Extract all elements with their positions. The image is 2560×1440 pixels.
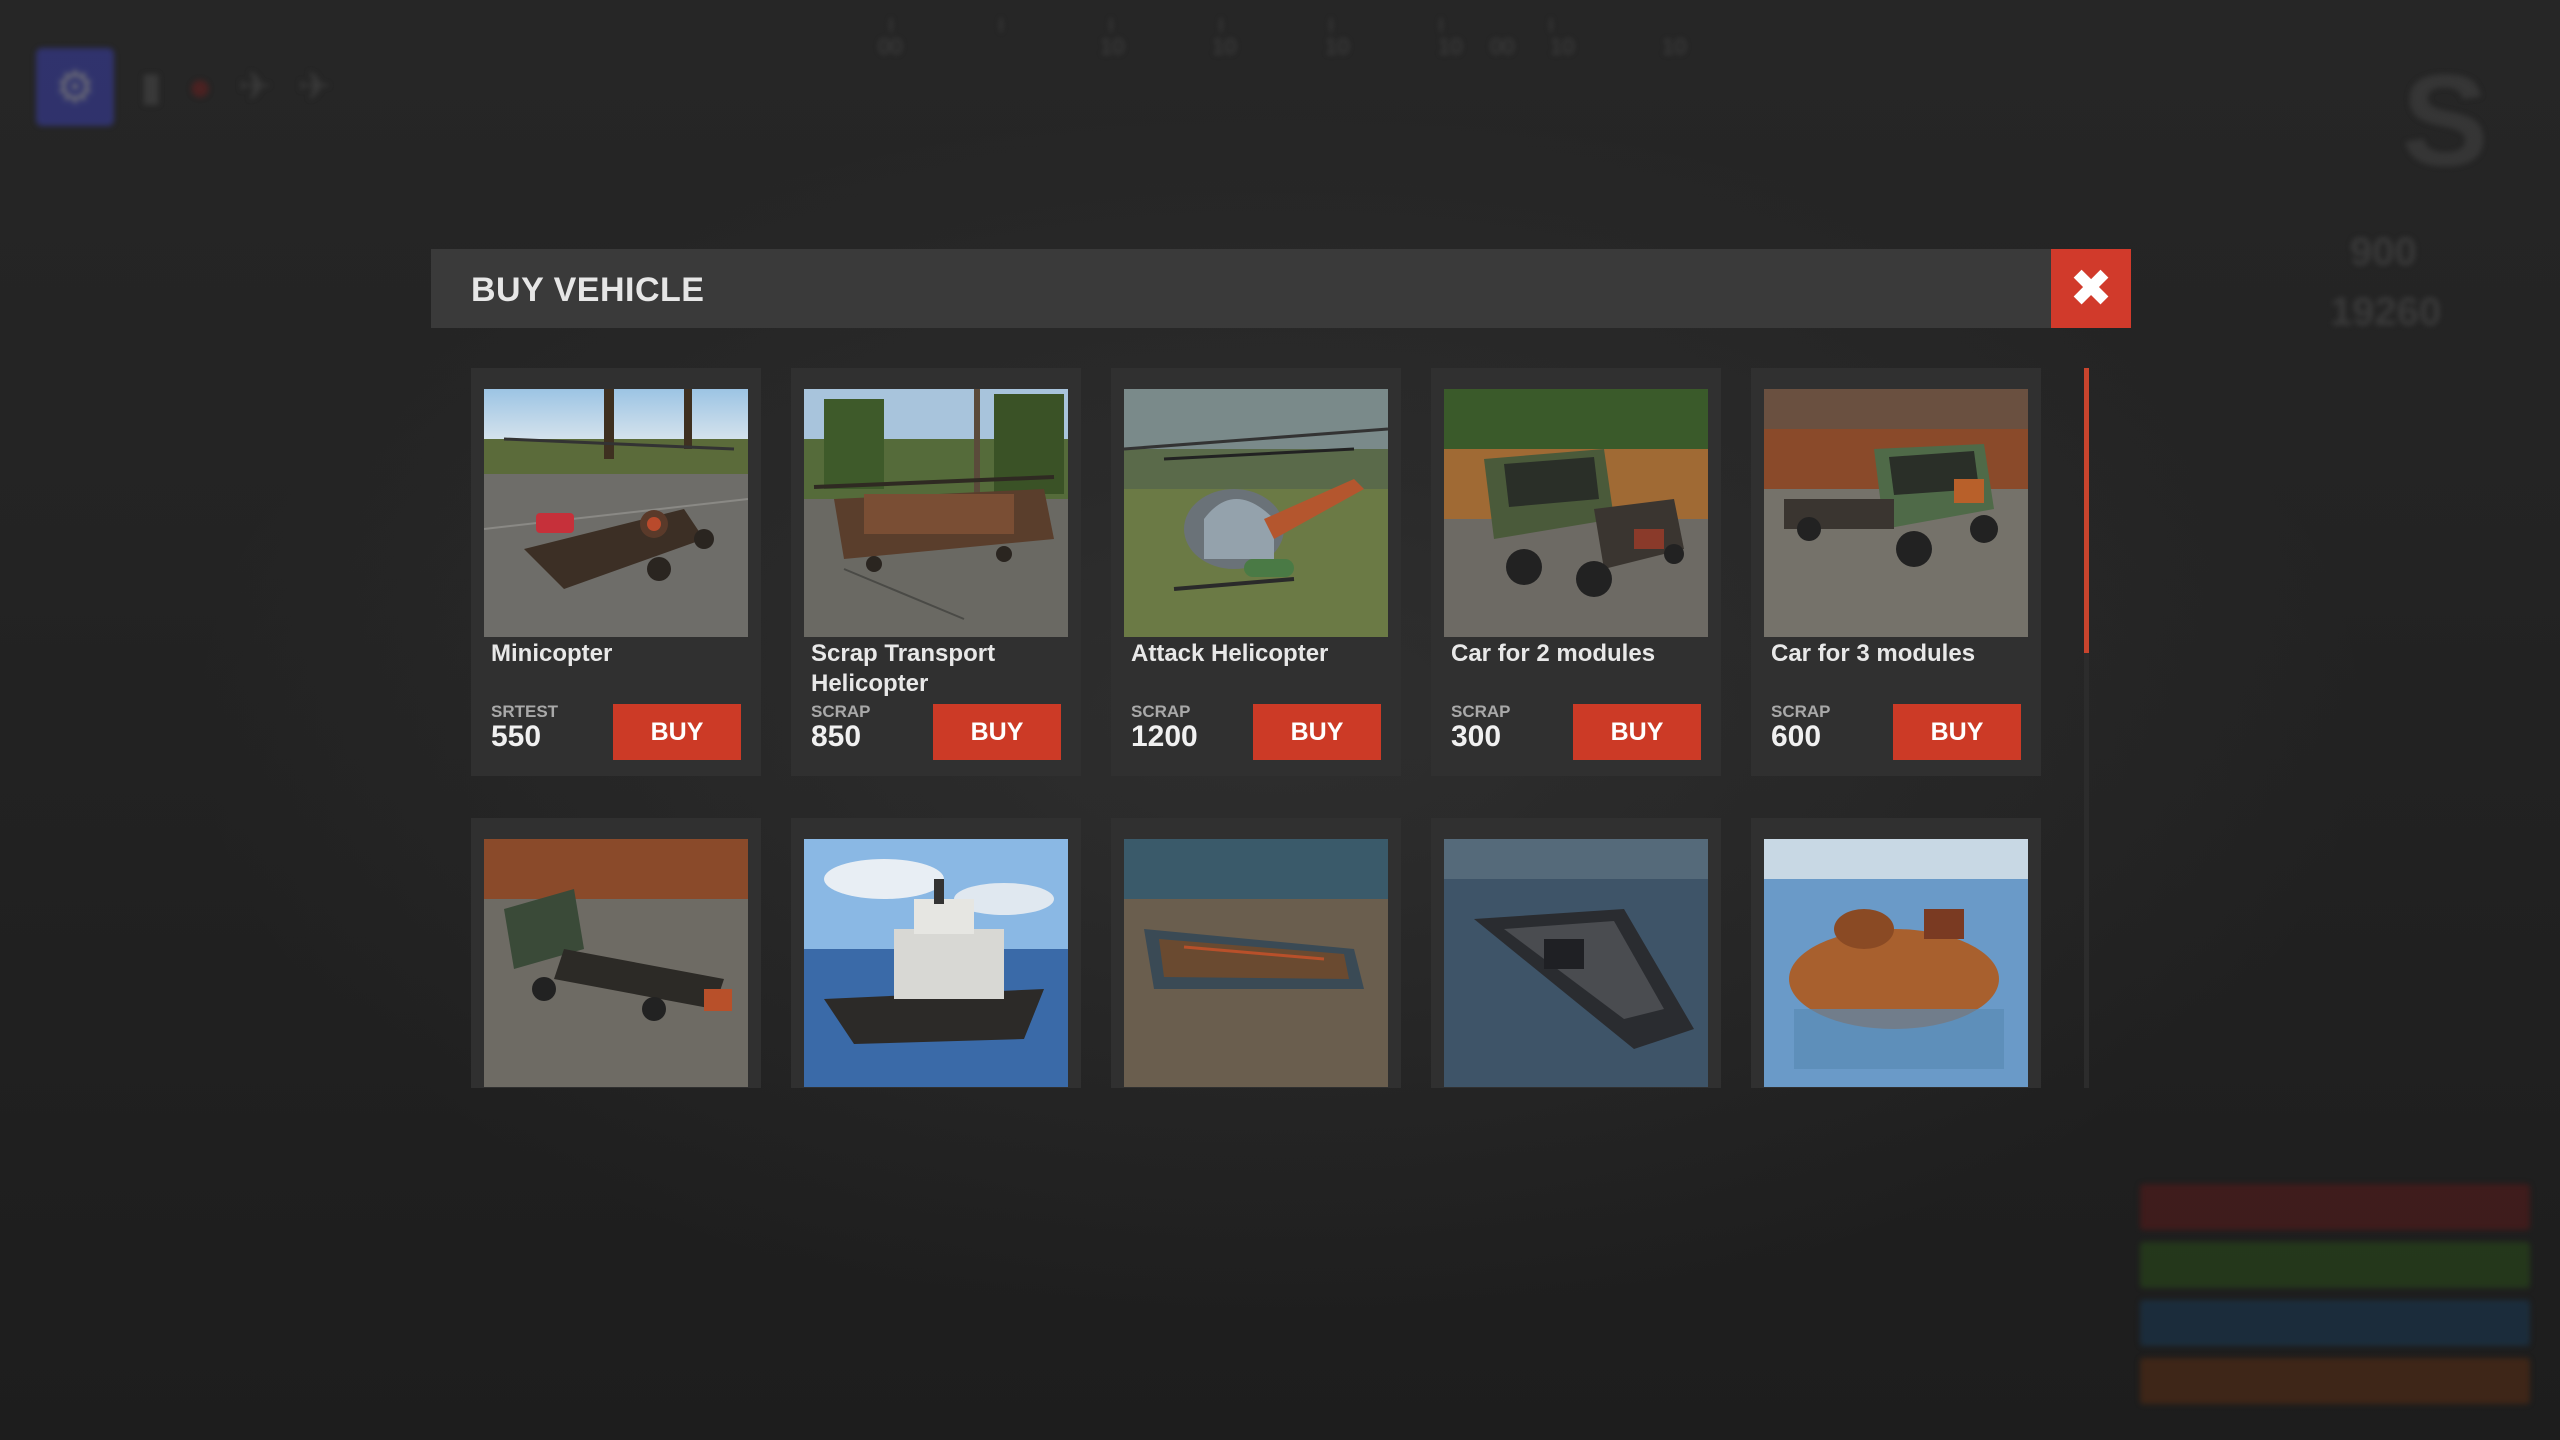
compass-label: 00	[878, 34, 903, 59]
vehicle-grid: Minicopter SRTEST 550 BUY Scrap Transpor…	[471, 368, 2101, 1088]
hud-toolbar: ⚙ ▮ ● ✈ ✈	[36, 48, 331, 126]
vehicle-name: Car for 2 modules	[1451, 640, 1656, 667]
vehicle-card-minicopter: Minicopter SRTEST 550 BUY	[471, 368, 761, 776]
vehicle-currency: SRTEST	[491, 702, 559, 721]
food-bar	[2140, 1242, 2530, 1288]
vehicle-card-rhib	[1431, 818, 1721, 1088]
gear-icon: ⚙	[36, 48, 114, 126]
stamina-bar	[2140, 1358, 2530, 1404]
vehicle-card-scrap-transport-helicopter: Scrap Transport Helicopter SCRAP 850 BUY	[791, 368, 1081, 776]
hud-stats: 900 19260	[2190, 50, 2520, 650]
buy-button[interactable]: BUY	[1573, 704, 1701, 760]
modal-title: BUY VEHICLE	[471, 271, 705, 309]
buy-button[interactable]: BUY	[1893, 704, 2021, 760]
vehicle-image-scrap-transport-helicopter	[804, 389, 1068, 637]
compass-tick	[890, 18, 892, 32]
bolt-icon: ▮	[140, 65, 163, 109]
vehicle-card-attack-helicopter: Attack Helicopter SCRAP 1200 BUY	[1111, 368, 1401, 776]
record-icon: ●	[188, 64, 213, 109]
compass-strip: 00 10 10 10 10 00 10 10	[830, 10, 1730, 60]
scrollbar-thumb[interactable]	[2084, 368, 2089, 653]
compass-label: 10	[1438, 34, 1463, 59]
stat-value: 19260	[2330, 290, 2442, 334]
vehicle-card-car-2-modules: Car for 2 modules SCRAP 300 BUY	[1431, 368, 1721, 776]
close-x-icon: ✖	[2069, 258, 2113, 319]
vehicle-name: Car for 3 modules	[1771, 640, 1976, 667]
compass-tick	[1440, 18, 1442, 32]
status-bars	[2140, 1184, 2530, 1416]
vehicle-card-tugboat	[791, 818, 1081, 1088]
compass-label: 10	[1550, 34, 1575, 59]
modal-header: BUY VEHICLE	[431, 249, 2131, 328]
vehicle-card-car-chassis	[471, 818, 761, 1088]
vehicle-card-submarine	[1751, 818, 2041, 1088]
stat-value: 900	[2350, 230, 2417, 274]
vehicle-image-tugboat	[804, 839, 1068, 1087]
compass-tick	[1110, 18, 1112, 32]
compass-tick	[1000, 18, 1002, 32]
compass-tick	[1220, 18, 1222, 32]
plane-icon: ✈	[238, 65, 272, 109]
vehicle-price: 550	[491, 720, 542, 753]
buy-button[interactable]: BUY	[613, 704, 741, 760]
compass-tick	[1330, 18, 1332, 32]
compass-label: 10	[1212, 34, 1237, 59]
vehicle-card-car-3-modules: Car for 3 modules SCRAP 600 BUY	[1751, 368, 2041, 776]
vehicle-image-minicopter	[484, 389, 748, 637]
water-bar	[2140, 1300, 2530, 1346]
compass-label: 00	[1490, 34, 1515, 59]
vehicle-image-car-3-modules	[1764, 389, 2028, 637]
health-bar	[2140, 1184, 2530, 1230]
compass-label: 10	[1662, 34, 1687, 59]
buy-button[interactable]: BUY	[933, 704, 1061, 760]
vehicle-price: 300	[1451, 720, 1502, 753]
close-button[interactable]: ✖	[2051, 249, 2131, 328]
vehicle-price: 600	[1771, 720, 1822, 753]
compass-label: 10	[1100, 34, 1125, 59]
compass-label: 10	[1325, 34, 1350, 59]
vehicle-image-attack-helicopter	[1124, 389, 1388, 637]
vehicle-image-car-2-modules	[1444, 389, 1708, 637]
vehicle-name: Attack Helicopter	[1131, 640, 1329, 667]
vehicle-currency: SCRAP	[811, 702, 871, 721]
plane-icon: ✈	[297, 65, 332, 109]
vehicle-name: Scrap Transport Helicopter	[811, 640, 996, 697]
vehicle-card-rowboat	[1111, 818, 1401, 1088]
vehicle-name: Minicopter	[491, 640, 613, 667]
buy-button[interactable]: BUY	[1253, 704, 1381, 760]
vehicle-image-rhib	[1444, 839, 1708, 1087]
vehicle-image-rowboat	[1124, 839, 1388, 1087]
scrollbar[interactable]	[2084, 368, 2089, 1088]
vehicle-price: 1200	[1131, 720, 1198, 753]
vehicle-currency: SCRAP	[1131, 702, 1191, 721]
compass-tick	[1550, 18, 1552, 32]
vehicle-currency: SCRAP	[1451, 702, 1511, 721]
vehicle-price: 850	[811, 720, 862, 753]
vehicle-currency: SCRAP	[1771, 702, 1831, 721]
vehicle-image-car-chassis	[484, 839, 748, 1087]
vehicle-image-submarine	[1764, 839, 2028, 1087]
